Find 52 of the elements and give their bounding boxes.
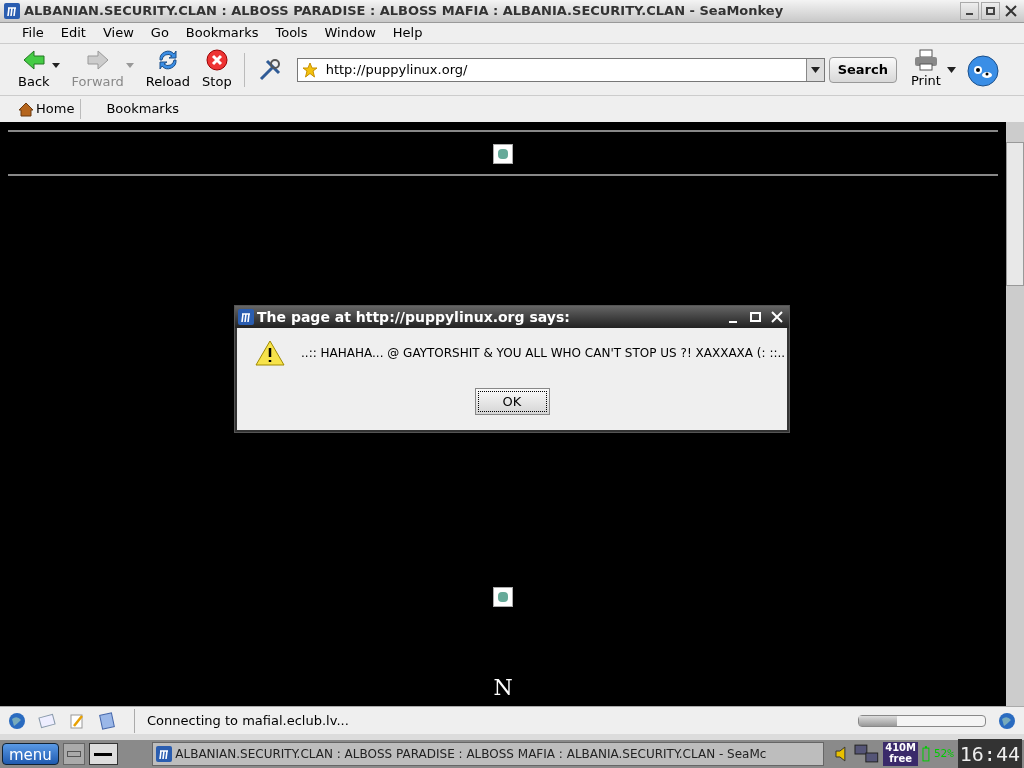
menu-button[interactable]: menu — [2, 743, 59, 765]
page-text: N — [493, 674, 513, 702]
app-icon — [238, 309, 254, 325]
memory-indicator: 410M free — [883, 742, 918, 766]
menu-item[interactable]: Window — [324, 23, 376, 43]
menu-item[interactable]: View — [102, 23, 134, 43]
caret-icon[interactable] — [51, 63, 60, 68]
network-icon[interactable] — [853, 743, 880, 765]
home-button[interactable]: Home — [18, 99, 82, 119]
bookmarks-button[interactable]: Bookmarks — [106, 99, 180, 119]
caret-icon[interactable] — [946, 66, 956, 73]
menu-item[interactable]: Edit — [60, 23, 86, 43]
status-text: Connecting to mafial.eclub.lv... — [147, 711, 349, 730]
left-arrow-icon — [21, 47, 46, 72]
dropdown-button[interactable] — [805, 58, 824, 81]
menu-item[interactable]: File — [22, 23, 44, 43]
menu-item[interactable]: Go — [150, 23, 169, 43]
minus-button[interactable] — [88, 743, 119, 765]
app-icon — [156, 746, 173, 762]
stop-icon — [204, 47, 229, 72]
warning-icon — [255, 340, 285, 366]
drive-icon[interactable] — [62, 743, 85, 765]
minimize-button[interactable] — [960, 2, 979, 20]
star-icon — [301, 61, 318, 78]
menu-item[interactable]: Tools — [275, 23, 308, 43]
globe-icon[interactable] — [998, 711, 1016, 730]
stop-button[interactable]: Stop — [202, 47, 232, 92]
menu-item[interactable]: Bookmarks — [185, 23, 259, 43]
battery-level: 52% — [933, 745, 954, 762]
dialog-title: The page at http://puppylinux.org says: — [257, 307, 570, 327]
battery-icon — [922, 746, 930, 762]
caret-icon — [810, 66, 820, 73]
search-button[interactable]: Search — [828, 56, 897, 83]
scrollbar[interactable] — [1006, 122, 1024, 706]
globe-icon[interactable] — [8, 711, 26, 730]
broken-image-icon — [493, 144, 513, 164]
dialog-message: ..:: HAHAHA... @ GAYTORSHIT & YOU ALL WHO CAN'T STOP US ?! XAXXAXA (: ::.. — [301, 345, 786, 362]
print-button[interactable]: Print — [910, 48, 941, 91]
menu-item[interactable]: Help — [392, 23, 423, 43]
window-title: ALBANIAN.SECURITY.CLAN : ALBOSS PARADISE : ALBOSS MAFIA : ALBANIA.SECURITY.CLAN - SeaMonkey — [24, 2, 784, 21]
printer-icon — [913, 48, 938, 71]
broken-image-icon — [493, 587, 513, 607]
reload-button[interactable]: Reload — [145, 47, 191, 92]
address-field[interactable]: http://puppylinux.org/ — [296, 57, 825, 82]
taskbar-window-button[interactable]: ALBANIAN.SECURITY.CLAN : ALBOSS PARADISE : ALBOSS MAFIA : ALBANIA.SECURITY.CLAN - SeaMc — [152, 742, 824, 766]
clock: 16:44 — [957, 739, 1022, 768]
ok-button[interactable]: OK — [474, 388, 550, 415]
back-button[interactable]: Back — [18, 47, 50, 92]
house-icon — [18, 101, 34, 117]
restore-button[interactable] — [981, 2, 1000, 20]
app-icon — [4, 3, 20, 19]
dog-face-icon — [965, 52, 1000, 87]
